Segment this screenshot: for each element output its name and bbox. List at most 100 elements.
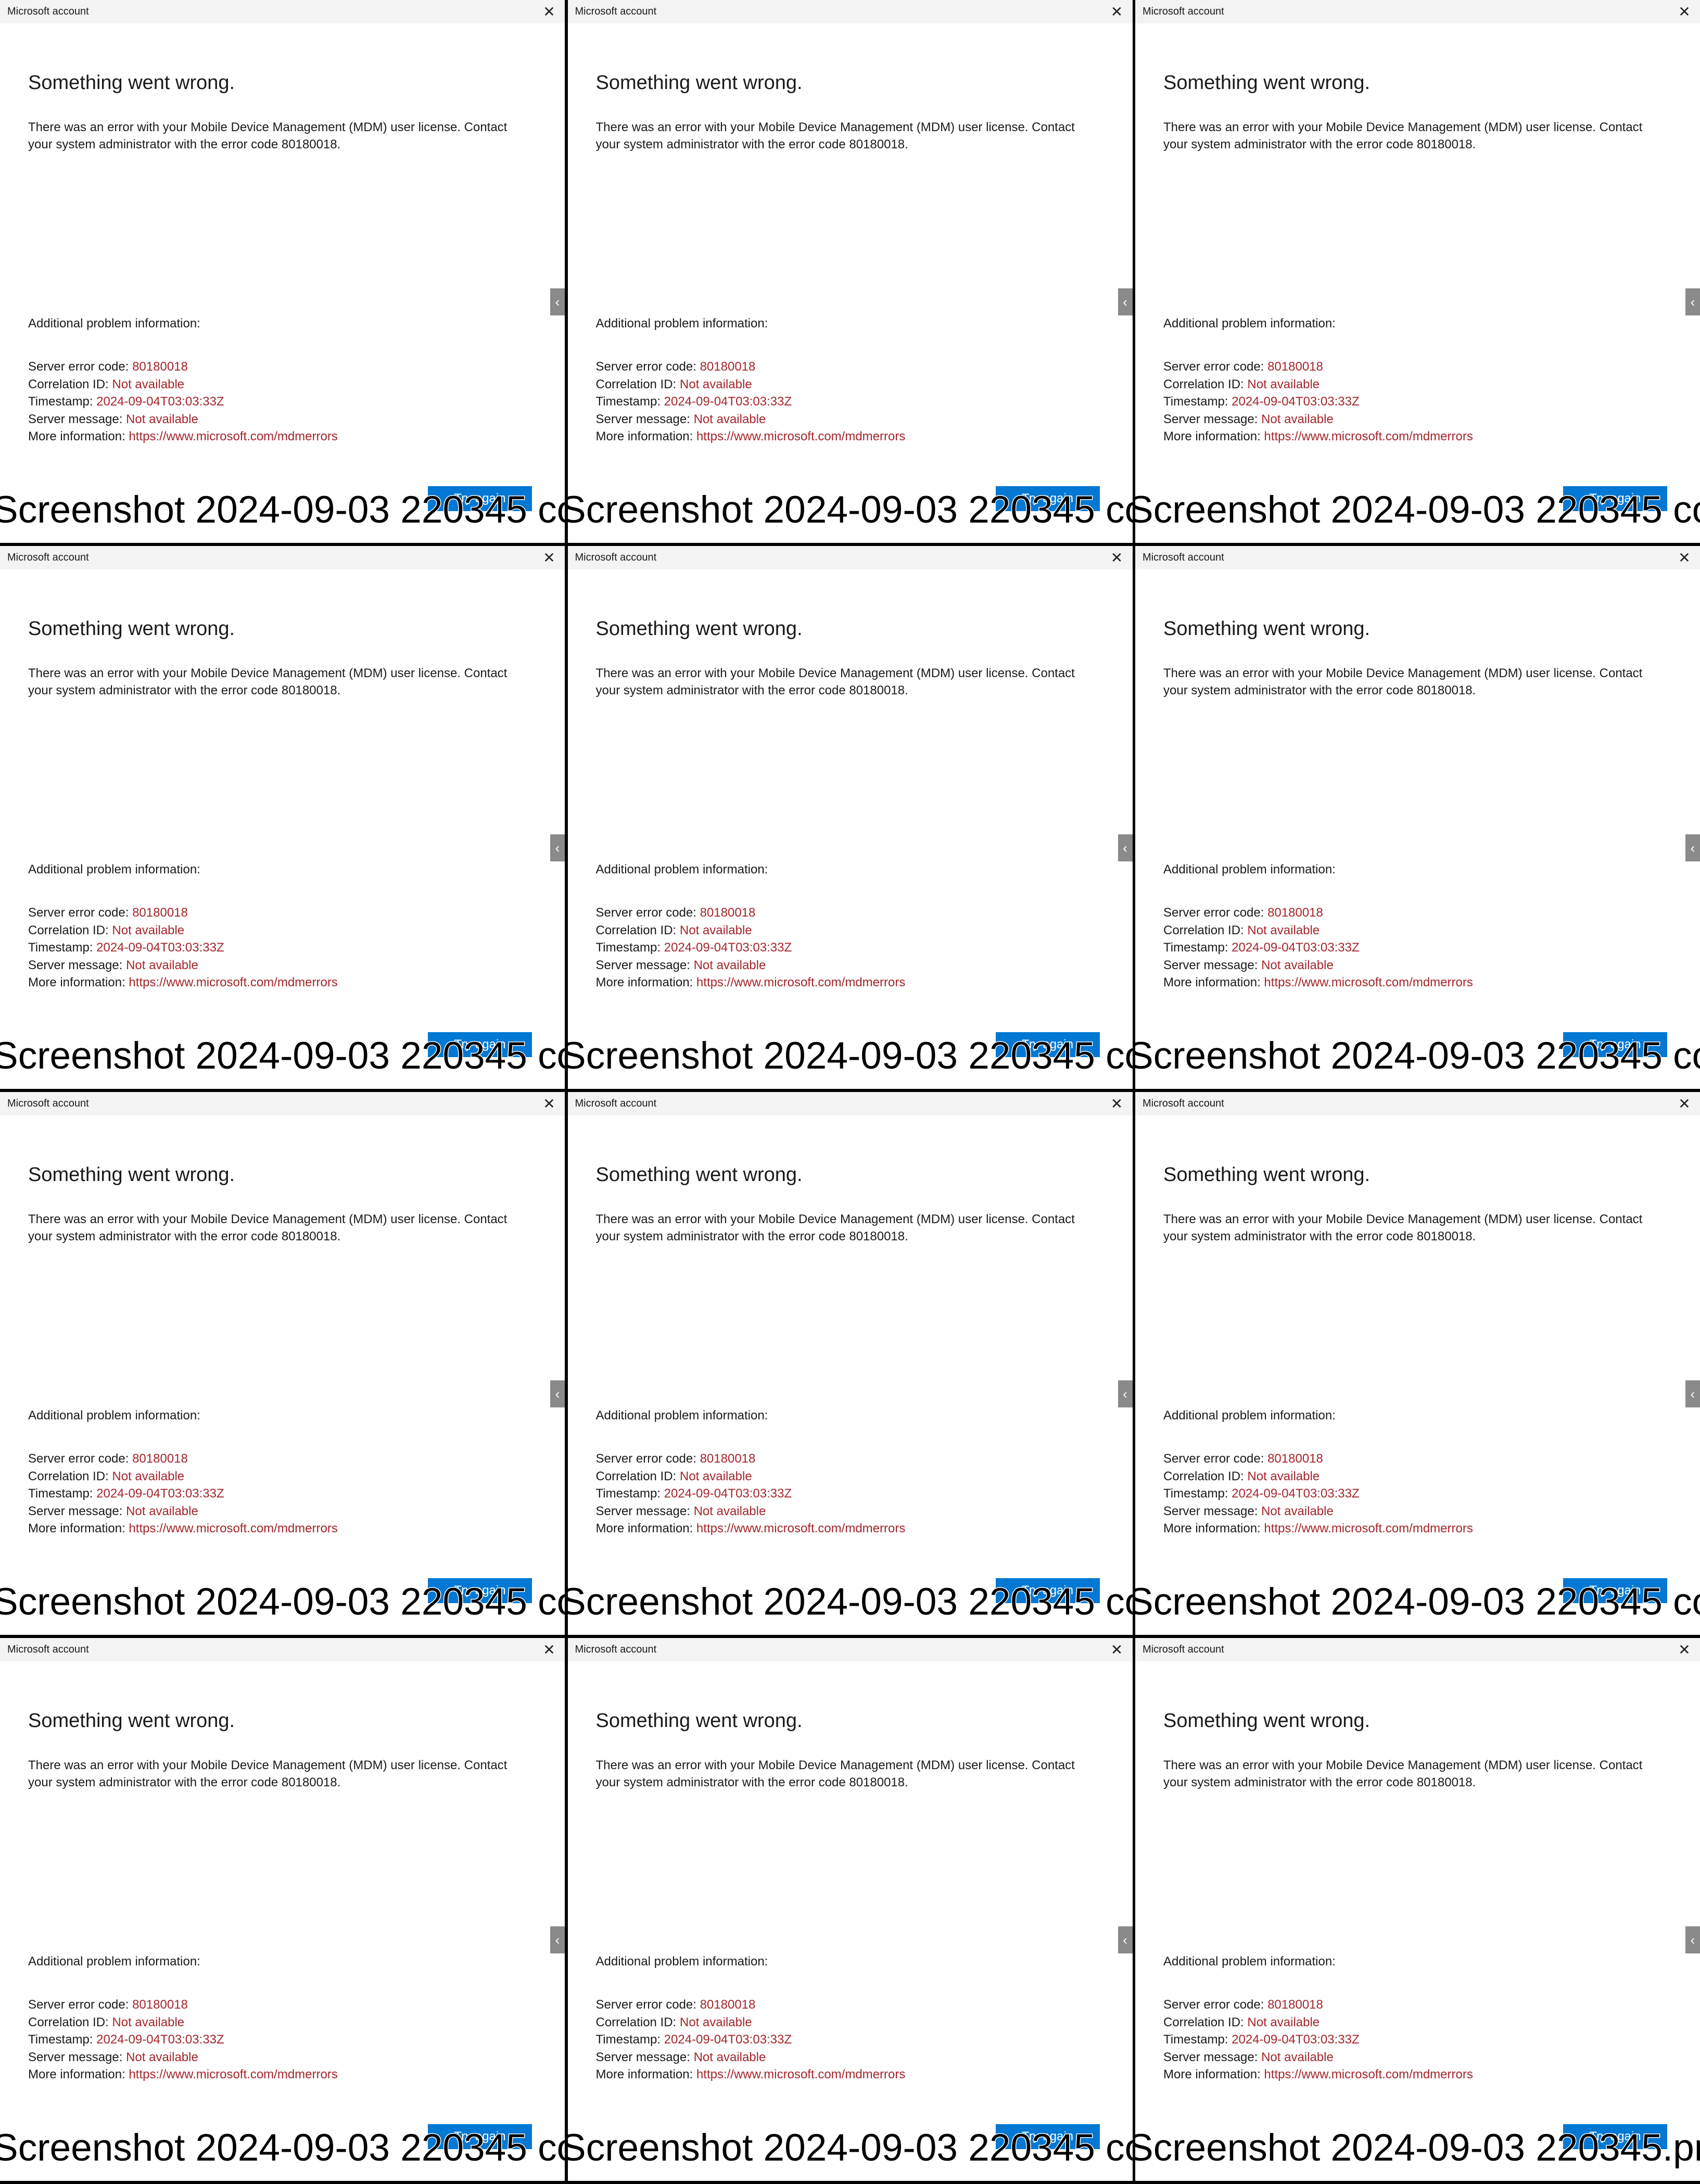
chevron-left-icon[interactable]: ‹ <box>550 288 565 315</box>
more-info-link[interactable]: https://www.microsoft.com/mdmerrors <box>129 1521 337 1535</box>
close-icon[interactable]: ✕ <box>534 546 565 569</box>
filename-caption: Screenshot 2024-09-03 220345 copy 3.png <box>0 1034 565 1077</box>
more-info-link[interactable]: https://www.microsoft.com/mdmerrors <box>129 2067 337 2081</box>
correlation-id-row: Correlation ID: Not available <box>1163 922 1473 939</box>
correlation-id-label: Correlation ID: <box>595 923 677 937</box>
close-icon[interactable]: ✕ <box>1101 546 1133 569</box>
correlation-id-value: Not available <box>1247 2015 1320 2029</box>
error-message: There was an error with your Mobile Devi… <box>595 1758 1075 1789</box>
server-message-row: Server message: Not available <box>28 2049 338 2066</box>
screenshot-tile: Microsoft account ✕ Something went wrong… <box>1135 1638 1700 2181</box>
screenshot-tile: Microsoft account ✕ Something went wrong… <box>567 546 1133 1089</box>
server-message-label: Server message: <box>28 1504 123 1518</box>
window-title: Microsoft account <box>7 1644 89 1655</box>
close-icon[interactable]: ✕ <box>534 1638 565 1661</box>
additional-info-label: Additional problem information: <box>1163 1408 1336 1423</box>
timestamp-value: 2024-09-04T03:03:33Z <box>96 395 224 409</box>
filename-caption: Screenshot 2024-09-03 220345 copy 5.png <box>1135 1034 1700 1077</box>
chevron-left-icon[interactable]: ‹ <box>550 834 565 861</box>
close-icon[interactable]: ✕ <box>1669 1638 1700 1661</box>
server-error-code-label: Server error code: <box>595 1452 696 1466</box>
more-info-link[interactable]: https://www.microsoft.com/mdmerrors <box>1264 429 1473 443</box>
more-info-link[interactable]: https://www.microsoft.com/mdmerrors <box>1264 2067 1473 2081</box>
correlation-id-label: Correlation ID: <box>28 2015 109 2029</box>
server-message-row: Server message: Not available <box>1163 957 1473 974</box>
more-info-row: More information: https://www.microsoft.… <box>28 1520 338 1538</box>
more-info-link[interactable]: https://www.microsoft.com/mdmerrors <box>696 975 905 989</box>
more-info-link[interactable]: https://www.microsoft.com/mdmerrors <box>696 1521 905 1535</box>
error-details: Server error code: 80180018 Correlation … <box>28 358 338 446</box>
window-title: Microsoft account <box>7 6 89 17</box>
more-info-row: More information: https://www.microsoft.… <box>28 428 338 446</box>
chevron-left-icon[interactable]: ‹ <box>1118 834 1133 861</box>
filename-caption-text: Screenshot 2024-09-03 220345 copy 8.png <box>1135 1581 1700 1623</box>
window-title: Microsoft account <box>575 1098 657 1109</box>
error-heading: Something went wrong. <box>595 72 803 94</box>
server-error-code-row: Server error code: 80180018 <box>28 904 338 922</box>
server-error-code-value: 80180018 <box>1267 360 1323 374</box>
more-info-link[interactable]: https://www.microsoft.com/mdmerrors <box>696 429 905 443</box>
more-info-link[interactable]: https://www.microsoft.com/mdmerrors <box>129 975 337 989</box>
chevron-left-icon[interactable]: ‹ <box>1685 1926 1700 1953</box>
title-bar: Microsoft account ✕ <box>0 1092 565 1115</box>
more-info-label: More information: <box>28 975 125 989</box>
chevron-left-icon[interactable]: ‹ <box>550 1926 565 1953</box>
chevron-left-icon[interactable]: ‹ <box>1685 288 1700 315</box>
window-title: Microsoft account <box>575 1644 657 1655</box>
more-info-link[interactable]: https://www.microsoft.com/mdmerrors <box>696 2067 905 2081</box>
window-title: Microsoft account <box>575 6 657 17</box>
window-title: Microsoft account <box>1143 552 1224 563</box>
close-icon[interactable]: ✕ <box>1669 0 1700 23</box>
server-error-code-value: 80180018 <box>700 360 756 374</box>
timestamp-row: Timestamp: 2024-09-04T03:03:33Z <box>1163 1485 1473 1503</box>
more-info-link[interactable]: https://www.microsoft.com/mdmerrors <box>1264 1521 1473 1535</box>
timestamp-label: Timestamp: <box>595 395 661 409</box>
close-icon[interactable]: ✕ <box>534 0 565 23</box>
chevron-left-icon[interactable]: ‹ <box>550 1380 565 1407</box>
close-icon[interactable]: ✕ <box>1669 1092 1700 1115</box>
timestamp-row: Timestamp: 2024-09-04T03:03:33Z <box>596 393 906 411</box>
chevron-left-icon[interactable]: ‹ <box>1685 834 1700 861</box>
correlation-id-label: Correlation ID: <box>1163 377 1244 391</box>
timestamp-label: Timestamp: <box>28 1487 93 1501</box>
correlation-id-label: Correlation ID: <box>28 377 109 391</box>
correlation-id-row: Correlation ID: Not available <box>596 1468 906 1485</box>
title-bar: Microsoft account ✕ <box>0 1638 565 1661</box>
server-error-code-row: Server error code: 80180018 <box>596 1450 906 1468</box>
timestamp-value: 2024-09-04T03:03:33Z <box>664 1487 792 1501</box>
server-error-code-value: 80180018 <box>132 1998 188 2012</box>
more-info-row: More information: https://www.microsoft.… <box>1163 428 1473 446</box>
server-message-row: Server message: Not available <box>596 1503 906 1520</box>
screenshot-tile: Microsoft account ✕ Something went wrong… <box>567 1638 1133 2181</box>
more-info-link[interactable]: https://www.microsoft.com/mdmerrors <box>129 429 337 443</box>
close-icon[interactable]: ✕ <box>534 1092 565 1115</box>
server-error-code-label: Server error code: <box>595 1998 696 2012</box>
server-error-code-value: 80180018 <box>700 1998 756 2012</box>
more-info-link[interactable]: https://www.microsoft.com/mdmerrors <box>1264 975 1473 989</box>
correlation-id-label: Correlation ID: <box>28 1469 109 1483</box>
chevron-left-icon[interactable]: ‹ <box>1118 1380 1133 1407</box>
close-icon[interactable]: ✕ <box>1669 546 1700 569</box>
close-icon[interactable]: ✕ <box>1101 1638 1133 1661</box>
server-message-label: Server message: <box>28 2050 123 2064</box>
screenshot-tile: Microsoft account ✕ Something went wrong… <box>1135 0 1700 543</box>
chevron-left-icon[interactable]: ‹ <box>1685 1380 1700 1407</box>
correlation-id-row: Correlation ID: Not available <box>596 2014 906 2031</box>
timestamp-value: 2024-09-04T03:03:33Z <box>96 1487 224 1501</box>
screenshot-tile: Microsoft account ✕ Something went wrong… <box>0 1092 565 1635</box>
close-icon[interactable]: ✕ <box>1101 1092 1133 1115</box>
error-message: There was an error with your Mobile Devi… <box>595 120 1075 151</box>
error-message: There was an error with your Mobile Devi… <box>28 1758 508 1789</box>
error-message: There was an error with your Mobile Devi… <box>1163 120 1643 151</box>
correlation-id-value: Not available <box>1247 1469 1320 1483</box>
more-info-row: More information: https://www.microsoft.… <box>28 2066 338 2084</box>
close-icon[interactable]: ✕ <box>1101 0 1133 23</box>
additional-info-label: Additional problem information: <box>595 1954 768 1969</box>
chevron-left-icon[interactable]: ‹ <box>1118 288 1133 315</box>
server-error-code-label: Server error code: <box>1163 1998 1264 2012</box>
chevron-left-icon[interactable]: ‹ <box>1118 1926 1133 1953</box>
timestamp-row: Timestamp: 2024-09-04T03:03:33Z <box>1163 393 1473 411</box>
more-info-label: More information: <box>28 2067 125 2081</box>
correlation-id-row: Correlation ID: Not available <box>596 376 906 393</box>
title-bar: Microsoft account ✕ <box>567 1638 1133 1661</box>
